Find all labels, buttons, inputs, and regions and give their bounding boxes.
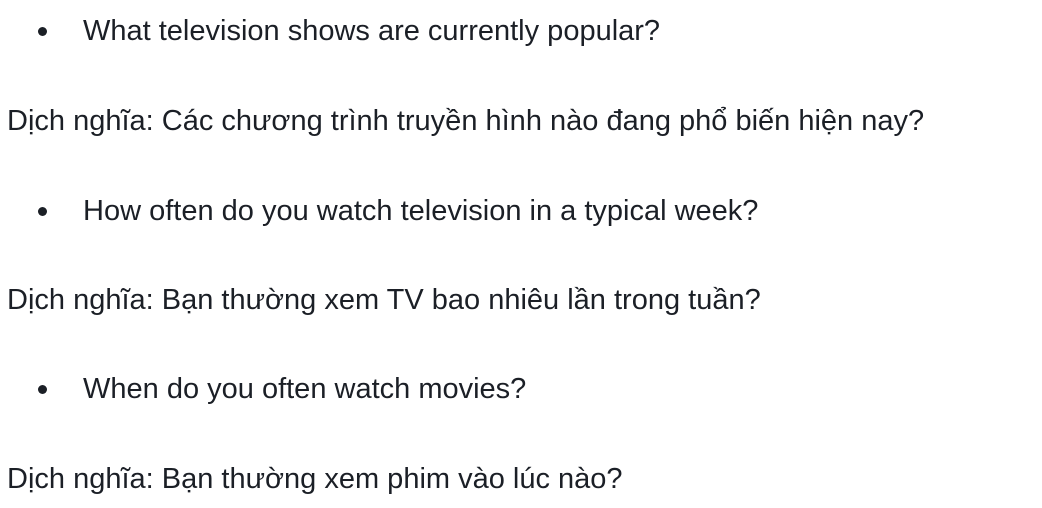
bullet-icon — [38, 206, 47, 216]
list-item: How often do you watch television in a t… — [38, 191, 758, 231]
document-body: What television shows are currently popu… — [0, 0, 1042, 508]
list-item: When do you often watch movies? — [38, 369, 526, 409]
question-text: When do you often watch movies? — [83, 373, 527, 405]
question-text: What television shows are currently popu… — [83, 15, 661, 47]
question-text: How often do you watch television in a t… — [83, 195, 759, 227]
translation-text: Dịch nghĩa: Các chương trình truyền hình… — [7, 105, 925, 137]
list-item: What television shows are currently popu… — [38, 11, 660, 51]
translation-text: Dịch nghĩa: Bạn thường xem phim vào lúc … — [7, 463, 623, 495]
bullet-icon — [38, 26, 47, 36]
bullet-icon — [38, 384, 47, 394]
translation-text: Dịch nghĩa: Bạn thường xem TV bao nhiêu … — [7, 284, 761, 316]
